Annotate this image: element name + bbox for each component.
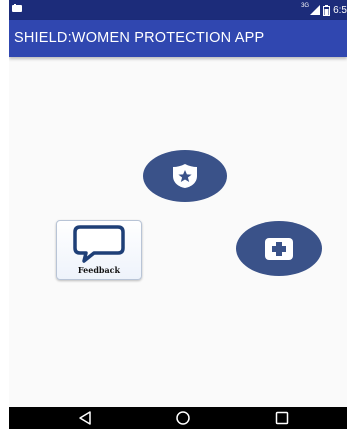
main-content: Feedback (9, 57, 347, 407)
battery-icon (323, 4, 331, 16)
feedback-button[interactable]: Feedback (56, 220, 142, 280)
home-icon[interactable] (175, 410, 191, 426)
medical-cross-icon (265, 237, 293, 260)
recents-icon[interactable] (274, 410, 290, 426)
police-button[interactable] (143, 150, 227, 202)
police-badge-icon (173, 164, 197, 188)
app-screen: 3G 6:5 SHIELD:WOMEN PROTECTION APP Feedb… (9, 0, 347, 429)
app-bar: SHIELD:WOMEN PROTECTION APP (9, 20, 347, 57)
page-title: SHIELD:WOMEN PROTECTION APP (14, 30, 265, 46)
medical-button[interactable] (236, 221, 322, 276)
clock: 6:5 (333, 4, 347, 16)
notification-icon (12, 4, 22, 12)
network-type: 3G (301, 3, 310, 9)
signal-icon (310, 5, 321, 15)
navigation-bar (9, 407, 347, 429)
back-icon[interactable] (77, 410, 93, 426)
feedback-label: Feedback (77, 265, 121, 275)
speech-bubble-icon (73, 225, 125, 263)
status-indicators: 3G 6:5 (301, 2, 347, 18)
status-bar: 3G 6:5 (9, 0, 347, 20)
